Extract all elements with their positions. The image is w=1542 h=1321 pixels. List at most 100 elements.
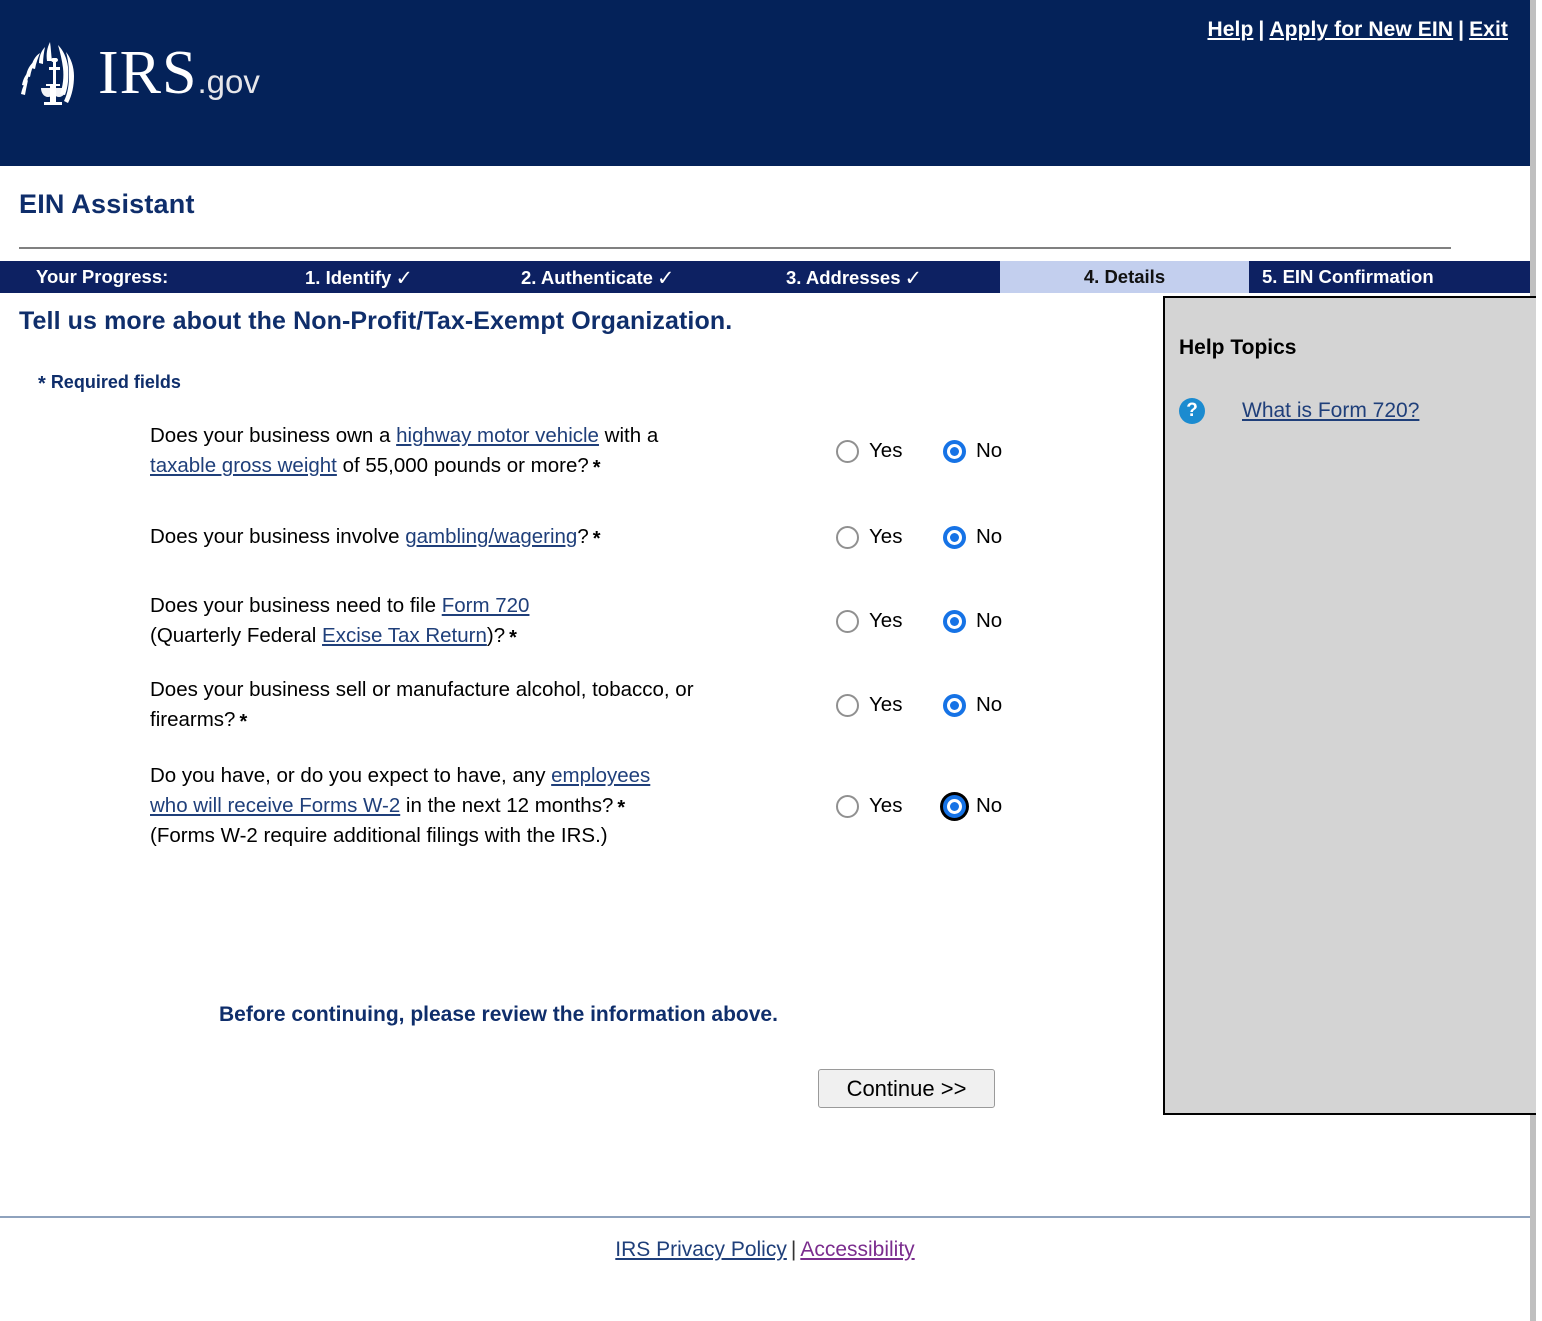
required-star: * <box>235 711 247 733</box>
radio-option-no[interactable]: No <box>943 609 1050 633</box>
top-navigation: Help|Apply for New EIN|Exit <box>1207 18 1508 42</box>
radio-no-icon[interactable] <box>943 795 966 818</box>
exit-link[interactable]: Exit <box>1469 18 1508 41</box>
review-notice: Before continuing, please review the inf… <box>219 1003 778 1027</box>
irs-eagle-seal-icon <box>14 36 90 112</box>
check-icon: ✓ <box>905 266 923 290</box>
q3-line2-b: )? <box>487 624 505 647</box>
irs-gov-suffix: .gov <box>197 63 259 100</box>
site-masthead: Help|Apply for New EIN|Exit <box>0 0 1530 166</box>
question-form-720: Does your business need to file Form 720… <box>150 591 1050 651</box>
radio-yes-label: Yes <box>869 794 902 818</box>
apply-for-new-ein-link[interactable]: Apply for New EIN <box>1269 18 1453 41</box>
nav-separator-1: | <box>1253 18 1269 41</box>
answer-group: Yes No <box>836 525 1050 549</box>
taxable-gross-weight-link[interactable]: taxable gross weight <box>150 454 337 477</box>
form-720-link[interactable]: Form 720 <box>442 594 530 617</box>
radio-yes-icon[interactable] <box>836 526 859 549</box>
irs-privacy-policy-link[interactable]: IRS Privacy Policy <box>615 1238 787 1261</box>
radio-option-yes[interactable]: Yes <box>836 609 943 633</box>
app-title-band: EIN Assistant <box>0 166 1530 247</box>
radio-option-no[interactable]: No <box>943 525 1050 549</box>
excise-tax-return-link[interactable]: Excise Tax Return <box>322 624 487 647</box>
q3-line2-a: (Quarterly Federal <box>150 624 322 647</box>
progress-step-addresses[interactable]: 3. Addresses✓ <box>786 266 922 289</box>
check-icon: ✓ <box>657 266 675 290</box>
gambling-wagering-link[interactable]: gambling/wagering <box>405 525 577 548</box>
q4-line1: Does your business sell or manufacture a… <box>150 678 694 701</box>
q2-line1-b: ? <box>577 525 588 548</box>
required-star: * <box>613 797 625 819</box>
highway-motor-vehicle-link[interactable]: highway motor vehicle <box>396 424 599 447</box>
progress-step-ein-confirmation: 5. EIN Confirmation <box>1262 266 1434 288</box>
required-star: * <box>589 528 601 550</box>
question-highway-motor-vehicle: Does your business own a highway motor v… <box>150 421 1050 481</box>
radio-option-no[interactable]: No <box>943 794 1050 818</box>
accessibility-link[interactable]: Accessibility <box>800 1238 914 1261</box>
q5-line3: (Forms W-2 require additional filings wi… <box>150 824 608 847</box>
title-divider <box>19 247 1451 249</box>
radio-option-yes[interactable]: Yes <box>836 693 943 717</box>
radio-yes-icon[interactable] <box>836 610 859 633</box>
radio-yes-icon[interactable] <box>836 795 859 818</box>
answer-group: Yes No <box>836 693 1050 717</box>
radio-no-label: No <box>976 693 1002 717</box>
radio-no-icon[interactable] <box>943 694 966 717</box>
radio-no-icon[interactable] <box>943 610 966 633</box>
progress-step-authenticate-label: 2. Authenticate <box>521 267 653 288</box>
question-employees-w2: Do you have, or do you expect to have, a… <box>150 761 1050 851</box>
help-topics-title: Help Topics <box>1179 336 1296 360</box>
answer-group: Yes No <box>836 609 1050 633</box>
content-heading: Tell us more about the Non-Profit/Tax-Ex… <box>19 307 732 336</box>
progress-step-addresses-label: 3. Addresses <box>786 267 901 288</box>
q5-line1-a: Do you have, or do you expect to have, a… <box>150 764 551 787</box>
progress-step-authenticate[interactable]: 2. Authenticate✓ <box>521 266 675 289</box>
help-topic-item[interactable]: ? What is Form 720? <box>1179 398 1419 424</box>
required-star: * <box>505 627 517 649</box>
question-text: Do you have, or do you expect to have, a… <box>150 761 836 851</box>
radio-option-yes[interactable]: Yes <box>836 794 943 818</box>
q2-line1-a: Does your business involve <box>150 525 405 548</box>
forms-w2-link[interactable]: who will receive Forms W-2 <box>150 794 400 817</box>
page-title: EIN Assistant <box>19 189 195 220</box>
irs-logo[interactable]: IRS.gov <box>14 36 260 112</box>
required-fields-label: Required fields <box>51 372 181 392</box>
progress-bar: Your Progress: 1. Identify✓ 2. Authentic… <box>0 261 1530 293</box>
page-root: Help|Apply for New EIN|Exit <box>0 0 1536 1321</box>
radio-yes-icon[interactable] <box>836 694 859 717</box>
q1-line1-b: with a <box>599 424 658 447</box>
radio-yes-label: Yes <box>869 693 902 717</box>
progress-step-details[interactable]: 4. Details <box>1000 261 1249 293</box>
progress-label: Your Progress: <box>36 266 168 288</box>
footer-divider <box>0 1216 1530 1218</box>
help-link[interactable]: Help <box>1207 18 1253 41</box>
question-mark-icon: ? <box>1179 398 1205 424</box>
what-is-form-720-link[interactable]: What is Form 720? <box>1242 399 1419 423</box>
q5-line2-b: in the next 12 months? <box>400 794 613 817</box>
radio-option-yes[interactable]: Yes <box>836 439 943 463</box>
required-fields-note: * Required fields <box>38 371 181 394</box>
answer-group: Yes No <box>836 439 1050 463</box>
radio-yes-label: Yes <box>869 609 902 633</box>
radio-yes-label: Yes <box>869 525 902 549</box>
radio-no-icon[interactable] <box>943 440 966 463</box>
irs-wordmark: IRS.gov <box>98 43 260 112</box>
help-topics-panel: Help Topics ? What is Form 720? <box>1163 296 1536 1115</box>
radio-yes-label: Yes <box>869 439 902 463</box>
continue-button[interactable]: Continue >> <box>818 1069 995 1108</box>
radio-option-no[interactable]: No <box>943 439 1050 463</box>
radio-option-no[interactable]: No <box>943 693 1050 717</box>
radio-no-icon[interactable] <box>943 526 966 549</box>
question-list: Does your business own a highway motor v… <box>150 421 1050 851</box>
irs-wordmark-text: IRS <box>98 39 197 107</box>
radio-no-label: No <box>976 794 1002 818</box>
answer-group: Yes No <box>836 794 1050 818</box>
radio-no-label: No <box>976 525 1002 549</box>
required-star: * <box>589 457 601 479</box>
employees-link[interactable]: employees <box>551 764 650 787</box>
progress-step-identify[interactable]: 1. Identify✓ <box>305 266 413 289</box>
radio-yes-icon[interactable] <box>836 440 859 463</box>
required-star: * <box>38 373 46 395</box>
radio-option-yes[interactable]: Yes <box>836 525 943 549</box>
question-alcohol-tobacco-firearms: Does your business sell or manufacture a… <box>150 675 1050 735</box>
